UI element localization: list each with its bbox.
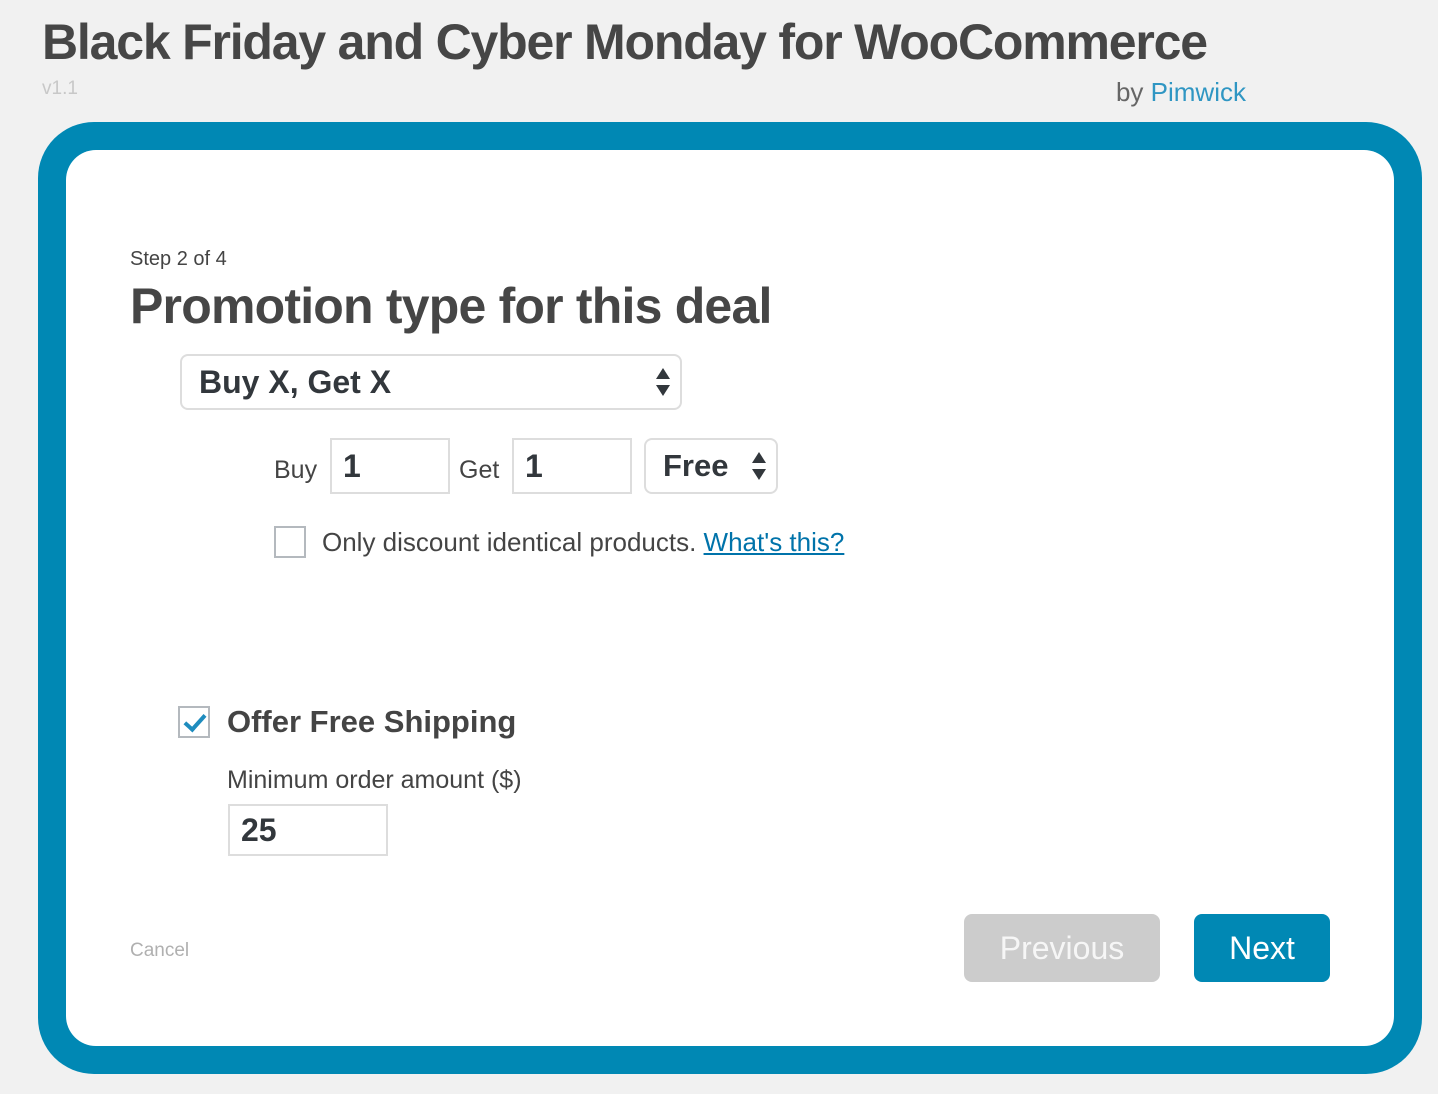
previous-button[interactable]: Previous bbox=[964, 914, 1160, 982]
byline: by Pimwick bbox=[1116, 77, 1246, 108]
min-order-amount-label: Minimum order amount ($) bbox=[227, 766, 522, 794]
min-order-amount-input[interactable]: 25 bbox=[228, 804, 388, 856]
cancel-link[interactable]: Cancel bbox=[130, 940, 189, 962]
byline-prefix: by bbox=[1115, 77, 1144, 107]
step-indicator: Step 2 of 4 bbox=[130, 248, 227, 270]
select-arrows-icon bbox=[656, 367, 670, 397]
version-label: v1.1 bbox=[42, 78, 78, 99]
next-button[interactable]: Next bbox=[1194, 914, 1330, 982]
get-quantity-input[interactable]: 1 bbox=[512, 438, 632, 494]
identical-products-checkbox[interactable] bbox=[274, 526, 306, 558]
buy-quantity-input[interactable]: 1 bbox=[330, 438, 450, 494]
buy-label: Buy bbox=[274, 456, 318, 484]
free-shipping-checkbox[interactable] bbox=[178, 706, 210, 738]
discount-type-value: Free bbox=[663, 448, 729, 483]
discount-type-select[interactable]: Free bbox=[644, 438, 778, 494]
whats-this-link[interactable]: What's this? bbox=[704, 527, 845, 557]
author-link[interactable]: Pimwick bbox=[1151, 77, 1246, 107]
promotion-type-value: Buy X, Get X bbox=[199, 363, 392, 400]
get-label: Get bbox=[459, 456, 500, 484]
wizard-card: Step 2 of 4 Promotion type for this deal… bbox=[66, 150, 1394, 1046]
identical-products-text: Only discount identical products. bbox=[322, 527, 697, 557]
wizard-frame: Step 2 of 4 Promotion type for this deal… bbox=[38, 122, 1422, 1074]
identical-products-label: Only discount identical products. What's… bbox=[322, 527, 844, 558]
checkmark-icon bbox=[183, 708, 207, 733]
free-shipping-label: Offer Free Shipping bbox=[227, 704, 517, 739]
promotion-type-select[interactable]: Buy X, Get X bbox=[180, 354, 682, 410]
select-arrows-icon bbox=[752, 451, 766, 481]
page-title: Promotion type for this deal bbox=[130, 278, 772, 334]
app-title: Black Friday and Cyber Monday for WooCom… bbox=[42, 14, 1208, 70]
